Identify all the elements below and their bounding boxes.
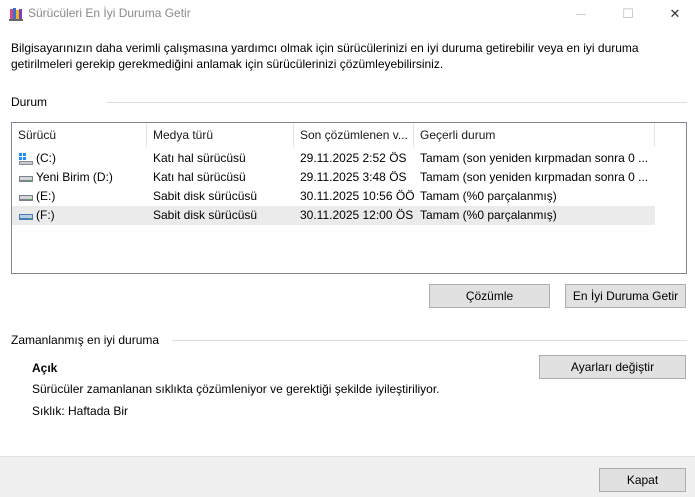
column-header-last-analyzed[interactable]: Son çözümlenen v... (294, 123, 414, 147)
media-type: Katı hal sürücüsü (153, 170, 246, 184)
close-window-button[interactable]: ✕ (652, 0, 695, 28)
drive-row-f[interactable]: (F:) Sabit disk sürücüsü 30.11.2025 12:0… (12, 206, 655, 225)
footer-bar: Kapat (0, 456, 695, 497)
drive-icon (18, 171, 34, 185)
schedule-divider (172, 340, 687, 341)
drive-icon (18, 190, 34, 204)
drives-list-header: Sürücü Medya türü Son çözümlenen v... Ge… (12, 123, 686, 147)
current-status: Tamam (%0 parçalanmış) (420, 208, 557, 222)
intro-text: Bilgisayarınızın daha verimli çalışmasın… (11, 41, 639, 71)
maximize-button[interactable]: ☐ (605, 0, 651, 28)
drive-name: (F:) (36, 208, 55, 222)
schedule-state: Açık (32, 361, 58, 375)
minimize-button[interactable]: — (558, 0, 604, 28)
schedule-description: Sürücüler zamanlanan sıklıkta çözümleniy… (32, 382, 440, 396)
window-title: Sürücüleri En İyi Duruma Getir (28, 6, 191, 20)
schedule-section-label: Zamanlanmış en iyi duruma (11, 333, 160, 347)
drive-name: Yeni Birim (D:) (36, 170, 113, 184)
schedule-frequency: Sıklık: Haftada Bir (32, 404, 129, 418)
drive-row-d[interactable]: Yeni Birim (D:) Katı hal sürücüsü 29.11.… (12, 168, 655, 187)
media-type: Katı hal sürücüsü (153, 151, 246, 165)
column-header-media-type[interactable]: Medya türü (147, 123, 294, 147)
drives-list[interactable]: Sürücü Medya türü Son çözümlenen v... Ge… (11, 122, 687, 274)
last-analyzed: 29.11.2025 3:48 ÖS (300, 170, 407, 184)
column-header-current-status[interactable]: Geçerli durum (414, 123, 655, 147)
current-status: Tamam (son yeniden kırpmadan sonra 0 ... (420, 151, 649, 165)
drive-name: (C:) (36, 151, 56, 165)
title-bar: Sürücüleri En İyi Duruma Getir — ☐ ✕ (0, 0, 695, 28)
optimize-button[interactable]: En İyi Duruma Getir (565, 284, 686, 308)
last-analyzed: 30.11.2025 10:56 ÖÖ (300, 189, 414, 203)
status-section-label: Durum (11, 95, 48, 109)
media-type: Sabit disk sürücüsü (153, 208, 258, 222)
minimize-icon: — (576, 8, 586, 20)
current-status: Tamam (son yeniden kırpmadan sonra 0 ... (420, 170, 649, 184)
maximize-icon: ☐ (622, 6, 634, 21)
defrag-app-icon (8, 6, 24, 22)
drive-row-c[interactable]: (C:) Katı hal sürücüsü 29.11.2025 2:52 Ö… (12, 149, 655, 168)
close-icon: ✕ (669, 6, 681, 21)
last-analyzed: 29.11.2025 2:52 ÖS (300, 151, 407, 165)
analyze-button[interactable]: Çözümle (429, 284, 550, 308)
last-analyzed: 30.11.2025 12:00 ÖS (300, 208, 414, 222)
drive-icon (18, 209, 34, 223)
close-button[interactable]: Kapat (599, 468, 686, 492)
current-status: Tamam (%0 parçalanmış) (420, 189, 557, 203)
status-divider (107, 102, 687, 103)
media-type: Sabit disk sürücüsü (153, 189, 258, 203)
column-header-drive[interactable]: Sürücü (12, 123, 147, 147)
change-settings-button[interactable]: Ayarları değiştir (539, 355, 686, 379)
optimize-drives-window: Sürücüleri En İyi Duruma Getir — ☐ ✕ Bil… (0, 0, 695, 497)
drive-name: (E:) (36, 189, 56, 203)
windows-drive-icon (18, 152, 34, 166)
drive-row-e[interactable]: (E:) Sabit disk sürücüsü 30.11.2025 10:5… (12, 187, 655, 206)
